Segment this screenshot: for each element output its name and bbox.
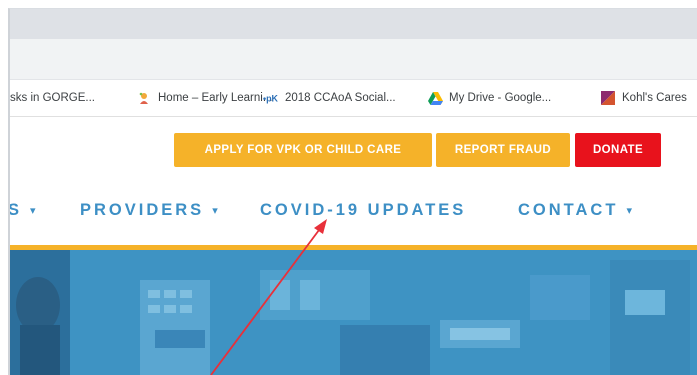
main-nav: S ▾ PROVIDERS ▾ COVID-19 UPDATES CONTACT…: [10, 195, 697, 225]
site-header: APPLY FOR VPK OR CHILD CARE REPORT FRAUD…: [10, 117, 697, 249]
nav-item-providers[interactable]: PROVIDERS ▾: [80, 195, 218, 225]
bookmark-item[interactable]: •pK 2018 CCAoA Social...: [263, 80, 396, 116]
bookmark-item[interactable]: sks in GORGE...: [10, 80, 95, 116]
bookmarks-bar: sks in GORGE... Home – Early Learni... •…: [10, 80, 697, 117]
nav-item-label: CONTACT: [518, 200, 619, 219]
apply-vpk-button[interactable]: APPLY FOR VPK OR CHILD CARE: [174, 133, 432, 167]
chevron-down-icon: ▾: [212, 204, 218, 217]
bookmark-label: Home – Early Learni...: [158, 92, 273, 104]
hero-photo-illustration: [10, 250, 697, 375]
browser-tab-strip: [10, 9, 697, 39]
hero-image: [10, 250, 697, 375]
bookmark-item[interactable]: My Drive - Google...: [427, 80, 551, 116]
bookmark-label: sks in GORGE...: [10, 92, 95, 104]
donate-button[interactable]: DONATE: [575, 133, 661, 167]
bookmark-label: Kohl's Cares: [622, 92, 687, 104]
google-drive-icon: [427, 90, 443, 106]
nav-item-partial[interactable]: S ▾: [8, 195, 36, 225]
vpk-icon: •pK: [263, 90, 279, 106]
nav-item-label: S: [8, 200, 23, 219]
kohls-icon: [600, 90, 616, 106]
bookmark-label: 2018 CCAoA Social...: [285, 92, 396, 104]
nav-item-label: COVID-19 UPDATES: [260, 200, 467, 219]
nav-item-contact[interactable]: CONTACT ▾: [518, 195, 632, 225]
bookmark-item[interactable]: Kohl's Cares: [600, 80, 687, 116]
browser-address-bar[interactable]: [10, 39, 697, 80]
browser-window: sks in GORGE... Home – Early Learni... •…: [8, 8, 697, 375]
svg-text:•pK: •pK: [263, 94, 279, 104]
child-icon: [136, 90, 152, 106]
bookmark-item[interactable]: Home – Early Learni...: [136, 80, 272, 116]
chevron-down-icon: ▾: [626, 204, 632, 217]
chevron-down-icon: ▾: [30, 204, 36, 217]
nav-item-label: PROVIDERS: [80, 200, 205, 219]
report-fraud-button[interactable]: REPORT FRAUD: [436, 133, 570, 167]
bookmark-label: My Drive - Google...: [449, 92, 552, 104]
nav-item-covid-updates[interactable]: COVID-19 UPDATES: [260, 195, 466, 225]
